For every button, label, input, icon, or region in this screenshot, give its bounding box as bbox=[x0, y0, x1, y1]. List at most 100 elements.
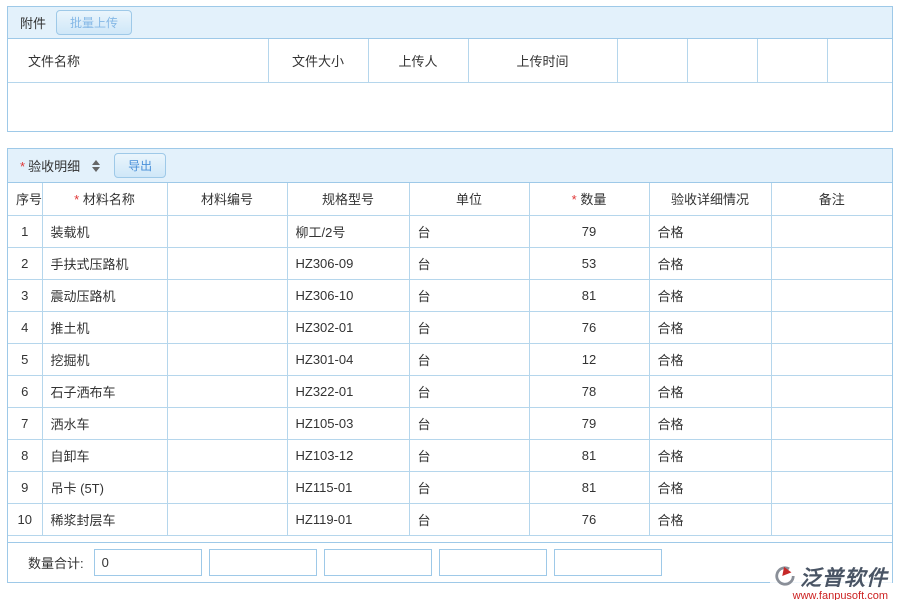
cell: 1 bbox=[8, 215, 42, 247]
cell bbox=[167, 311, 287, 343]
table-row[interactable]: 3震动压路机HZ306-10台81合格 bbox=[8, 279, 892, 311]
cell: 合格 bbox=[649, 343, 771, 375]
cell: HZ302-01 bbox=[287, 311, 409, 343]
table-row[interactable]: 5挖掘机 HZ301-04台12合格 bbox=[8, 343, 892, 375]
cell: 台 bbox=[409, 407, 529, 439]
column-header: 文件大小 bbox=[268, 39, 368, 82]
fanpu-url: www.fanpusoft.com bbox=[774, 590, 888, 600]
cell bbox=[771, 311, 892, 343]
table-row[interactable]: 9吊卡 (5T)HZ115-01台81合格 bbox=[8, 471, 892, 503]
summary-field[interactable] bbox=[209, 549, 317, 576]
table-row[interactable]: 8自卸车HZ103-12台81合格 bbox=[8, 439, 892, 471]
cell bbox=[771, 215, 892, 247]
cell: 柳工/2号 bbox=[287, 215, 409, 247]
attachment-title: 附件 bbox=[20, 13, 46, 32]
cell: 台 bbox=[409, 471, 529, 503]
cell: 手扶式压路机 bbox=[42, 247, 167, 279]
cell: HZ301-04 bbox=[287, 343, 409, 375]
cell bbox=[167, 343, 287, 375]
cell bbox=[167, 375, 287, 407]
cell: 4 bbox=[8, 311, 42, 343]
cell bbox=[771, 375, 892, 407]
cell: 推土机 bbox=[42, 311, 167, 343]
summary-field[interactable] bbox=[324, 549, 432, 576]
summary-field[interactable] bbox=[554, 549, 662, 576]
cell: 台 bbox=[409, 375, 529, 407]
cell: 合格 bbox=[649, 215, 771, 247]
batch-upload-button[interactable]: 批量上传 bbox=[56, 10, 132, 35]
cell: 81 bbox=[529, 279, 649, 311]
column-header bbox=[827, 39, 892, 82]
fanpu-watermark: 泛普软件 www.fanpusoft.com bbox=[770, 560, 892, 600]
cell: 5 bbox=[8, 343, 42, 375]
cell: 8 bbox=[8, 439, 42, 471]
export-button[interactable]: 导出 bbox=[114, 153, 166, 178]
cell bbox=[771, 343, 892, 375]
column-header: 材料编号 bbox=[167, 183, 287, 215]
cell bbox=[167, 215, 287, 247]
cell: 81 bbox=[529, 471, 649, 503]
cell: 石子洒布车 bbox=[42, 375, 167, 407]
cell: 12 bbox=[529, 343, 649, 375]
column-header: 上传人 bbox=[368, 39, 468, 82]
cell bbox=[771, 279, 892, 311]
fanpu-logo: 泛普软件 bbox=[774, 562, 888, 592]
cell: 9 bbox=[8, 471, 42, 503]
table-row[interactable]: 4推土机HZ302-01台76合格 bbox=[8, 311, 892, 343]
cell: 挖掘机 bbox=[42, 343, 167, 375]
cell: 台 bbox=[409, 439, 529, 471]
attachment-header-row: 文件名称文件大小上传人上传时间 bbox=[8, 39, 892, 82]
cell: 2 bbox=[8, 247, 42, 279]
cell: 76 bbox=[529, 503, 649, 535]
column-header: 文件名称 bbox=[8, 39, 268, 82]
cell: 81 bbox=[529, 439, 649, 471]
fanpu-brand-text: 泛普软件 bbox=[800, 562, 888, 592]
table-row[interactable]: 7洒水车HZ105-03台79合格 bbox=[8, 407, 892, 439]
cell: 合格 bbox=[649, 375, 771, 407]
cell bbox=[167, 247, 287, 279]
column-header: 序号 bbox=[8, 183, 42, 215]
acceptance-table-body: 1装载机柳工/2号台79合格2手扶式压路机HZ306-09台53合格3震动压路机… bbox=[8, 215, 892, 535]
column-header: 规格型号 bbox=[287, 183, 409, 215]
column-header: * 材料名称 bbox=[42, 183, 167, 215]
cell: 合格 bbox=[649, 407, 771, 439]
table-row[interactable]: 1装载机柳工/2号台79合格 bbox=[8, 215, 892, 247]
cell: 台 bbox=[409, 247, 529, 279]
cell: 装载机 bbox=[42, 215, 167, 247]
quantity-total-label: 数量合计: bbox=[28, 553, 84, 572]
table-row[interactable]: 2手扶式压路机HZ306-09台53合格 bbox=[8, 247, 892, 279]
cell: HZ322-01 bbox=[287, 375, 409, 407]
cell: HZ306-09 bbox=[287, 247, 409, 279]
required-mark: * bbox=[572, 192, 581, 207]
cell: HZ115-01 bbox=[287, 471, 409, 503]
cell: 自卸车 bbox=[42, 439, 167, 471]
column-header: 上传时间 bbox=[468, 39, 617, 82]
table-row[interactable]: 10稀浆封层车HZ119-01台76合格 bbox=[8, 503, 892, 535]
cell: 3 bbox=[8, 279, 42, 311]
cell bbox=[167, 407, 287, 439]
cell bbox=[167, 503, 287, 535]
cell bbox=[167, 279, 287, 311]
attachment-empty-cell bbox=[8, 82, 892, 131]
table-row[interactable]: 6石子洒布车HZ322-01台78合格 bbox=[8, 375, 892, 407]
cell: 合格 bbox=[649, 247, 771, 279]
column-header: 验收详细情况 bbox=[649, 183, 771, 215]
acceptance-header-row: 序号* 材料名称材料编号规格型号单位* 数量验收详细情况备注 bbox=[8, 183, 892, 215]
acceptance-title: *验收明细 bbox=[20, 156, 80, 175]
cell: 台 bbox=[409, 311, 529, 343]
cell bbox=[771, 503, 892, 535]
cell: 台 bbox=[409, 279, 529, 311]
cell: 吊卡 (5T) bbox=[42, 471, 167, 503]
cell: HZ119-01 bbox=[287, 503, 409, 535]
cell: 台 bbox=[409, 343, 529, 375]
cell bbox=[771, 439, 892, 471]
cell: HZ105-03 bbox=[287, 407, 409, 439]
cell: HZ103-12 bbox=[287, 439, 409, 471]
fanpu-logo-icon bbox=[774, 565, 796, 590]
sort-icon[interactable] bbox=[92, 160, 100, 172]
cell: 79 bbox=[529, 215, 649, 247]
summary-field[interactable]: 0 bbox=[94, 549, 202, 576]
acceptance-panel-header: *验收明细 导出 bbox=[8, 149, 892, 183]
summary-field[interactable] bbox=[439, 549, 547, 576]
attachment-empty-row bbox=[8, 82, 892, 131]
